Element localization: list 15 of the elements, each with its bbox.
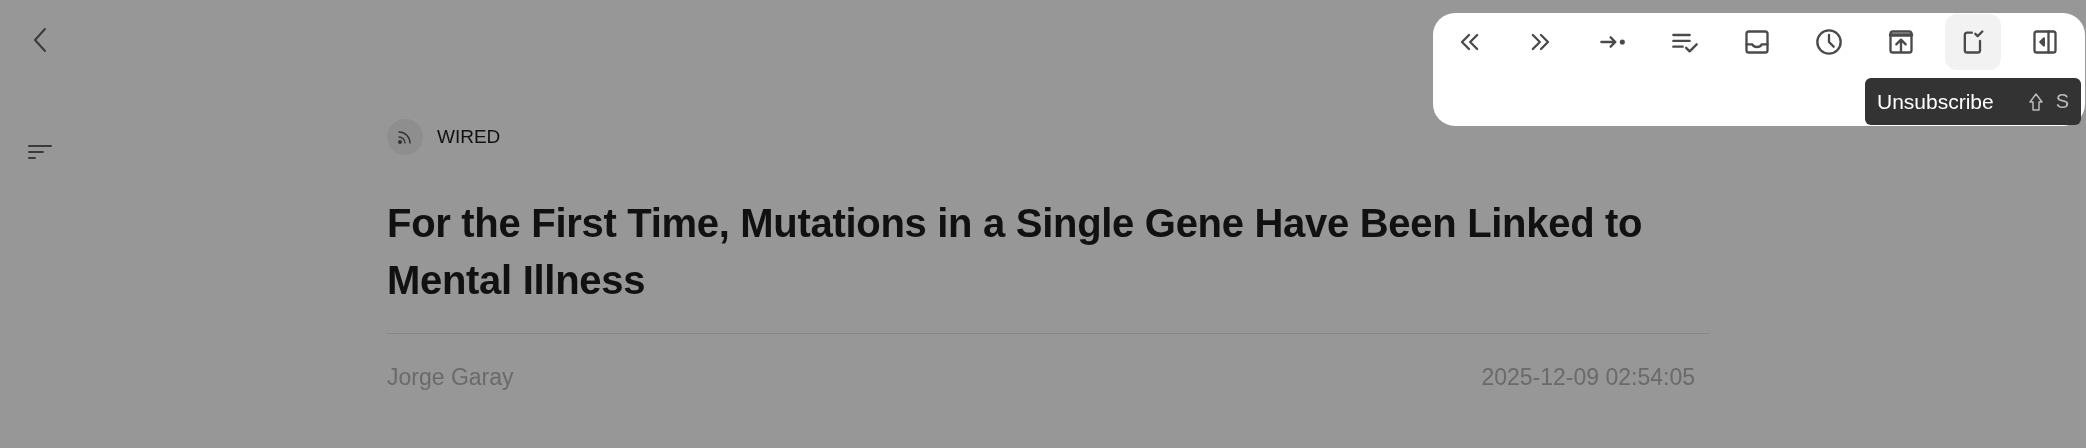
article-title: For the First Time, Mutations in a Single Gene Have Been Linked to Mental Illness <box>387 200 1644 304</box>
shortcut-key: S <box>2055 90 2069 113</box>
sidebar-panel-icon <box>2031 28 2059 56</box>
back-icon <box>32 26 48 54</box>
upload-window-icon <box>1887 28 1915 56</box>
shift-icon <box>2027 91 2044 112</box>
inbox-icon <box>1743 28 1771 56</box>
sort-button[interactable] <box>28 144 52 160</box>
tooltip-label: Unsubscribe <box>1877 89 1995 114</box>
feed-name[interactable]: WIRED <box>437 126 501 148</box>
toolbar-button[interactable] <box>1945 14 2001 70</box>
feed-icon <box>387 119 423 155</box>
clock-icon <box>1815 28 1843 56</box>
back-button[interactable] <box>32 26 48 54</box>
sort-icon <box>28 144 52 160</box>
